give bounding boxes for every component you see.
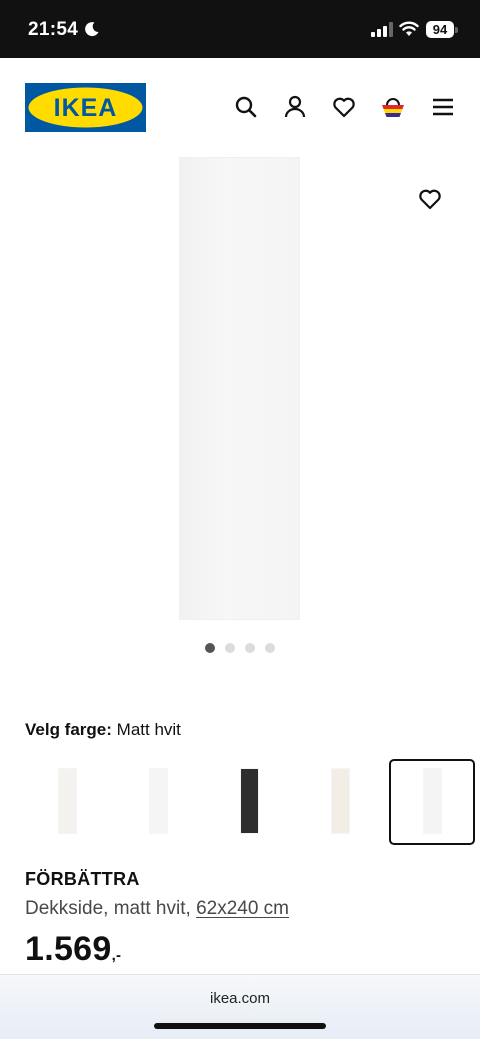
basket-icon[interactable] [380,94,406,120]
gallery-dot[interactable] [205,643,215,653]
menu-icon[interactable] [430,94,456,120]
gallery-pagination[interactable] [205,643,275,653]
color-swatches [25,759,480,845]
signal-icon [371,22,393,37]
color-label-title: Velg farge: [25,720,112,739]
swatch-preview [332,769,349,833]
swatch-preview [424,769,441,833]
battery-icon: 94 [426,21,458,38]
moon-icon [85,22,99,37]
color-label-value: Matt hvit [116,720,181,739]
wifi-icon [399,21,419,36]
product-description: Dekkside, matt hvit, 62x240 cm [25,898,289,920]
favourite-heart-icon[interactable] [417,186,443,212]
home-indicator[interactable] [154,1023,326,1029]
swatch-preview [59,769,76,833]
site-header: IKEA [0,58,480,158]
status-time: 21:54 [28,19,79,40]
gallery-dot[interactable] [245,643,255,653]
heart-icon[interactable] [331,94,357,120]
gallery-dot[interactable] [225,643,235,653]
product-name: FÖRBÄTTRA [25,869,140,889]
ikea-logo[interactable]: IKEA [25,83,146,132]
account-icon[interactable] [282,94,308,120]
color-swatch[interactable] [207,759,293,845]
gallery-dot[interactable] [265,643,275,653]
battery-level: 94 [426,21,454,38]
logo-text: IKEA [54,94,118,122]
color-selector-label: Velg farge: Matt hvit [25,720,181,740]
color-swatch[interactable] [298,759,384,845]
product-size-link[interactable]: 62x240 cm [196,898,289,919]
product-price: 1.569,- [25,930,121,969]
status-bar: 21:54 94 [0,0,480,58]
search-icon[interactable] [233,94,259,120]
browser-address-bar[interactable]: ikea.com [0,974,480,1039]
color-swatch[interactable] [116,759,202,845]
product-description-text: Dekkside, matt hvit, [25,898,191,919]
swatch-preview [241,769,258,833]
swatch-preview [150,769,167,833]
color-swatch[interactable] [25,759,111,845]
product-gallery[interactable] [0,158,480,678]
product-image[interactable] [180,158,299,619]
url-text[interactable]: ikea.com [0,990,480,1007]
price-suffix: ,- [111,947,122,964]
color-swatch[interactable] [389,759,475,845]
price-value: 1.569 [25,930,112,968]
